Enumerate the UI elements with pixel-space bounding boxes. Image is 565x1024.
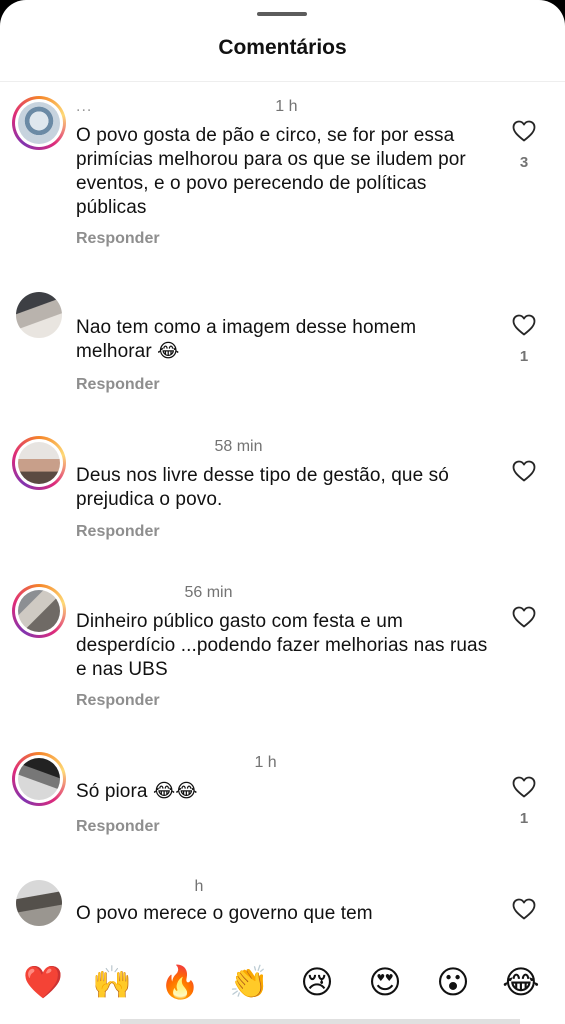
comment-time: 1 h	[275, 98, 298, 115]
like-control	[508, 460, 540, 494]
comment-meta: 1 h	[76, 754, 277, 772]
like-count: 1	[519, 348, 529, 365]
laughing-emoji: 😂😂	[152, 781, 198, 802]
sheet-title: Comentários	[218, 36, 347, 59]
comments-sheet: Comentários ... 1 h O povo gosta de pão …	[0, 0, 565, 1024]
username[interactable]: ...	[76, 98, 92, 115]
raised-hands-emoji-button[interactable]: 🙌	[90, 960, 134, 1004]
like-control: 3	[508, 120, 540, 171]
comment-time: 1 h	[254, 754, 277, 771]
heart-emoji-button[interactable]: ❤️	[21, 960, 65, 1004]
like-control	[508, 606, 540, 640]
reply-button[interactable]: Responder	[76, 692, 160, 710]
heart-outline-icon[interactable]	[512, 898, 536, 920]
comment-text: Dinheiro público gasto com festa e um de…	[76, 611, 488, 680]
clapping-emoji-button[interactable]: 👏	[227, 960, 271, 1004]
avatar[interactable]	[12, 752, 66, 806]
reply-button[interactable]: Responder	[76, 523, 160, 541]
drag-handle[interactable]	[257, 12, 307, 16]
comment-meta: ... 1 h	[76, 98, 298, 116]
reply-button[interactable]: Responder	[76, 818, 160, 836]
heart-outline-icon[interactable]	[512, 120, 536, 142]
heart-eyes-emoji-button[interactable]: 😍	[363, 960, 407, 1004]
avatar[interactable]	[12, 876, 66, 930]
comment-meta: 56 min	[76, 584, 232, 602]
laughing-emoji-button[interactable]: 😂	[499, 960, 543, 1004]
avatar[interactable]	[12, 96, 66, 150]
reply-button[interactable]: Responder	[76, 376, 160, 394]
home-indicator	[120, 1019, 520, 1024]
like-count: 3	[519, 154, 529, 171]
like-control: 1	[508, 776, 540, 827]
avatar[interactable]	[12, 436, 66, 490]
laughing-emoji: 😂	[157, 341, 180, 362]
heart-outline-icon[interactable]	[512, 606, 536, 628]
comment-time: 58 min	[214, 438, 263, 455]
comment-meta	[76, 290, 80, 308]
surprised-emoji-button[interactable]: 😮	[431, 960, 475, 1004]
comment-time: 56 min	[184, 584, 233, 601]
comment-meta: h	[76, 878, 203, 896]
heart-outline-icon[interactable]	[512, 776, 536, 798]
fire-emoji-button[interactable]: 🔥	[158, 960, 202, 1004]
heart-outline-icon[interactable]	[512, 314, 536, 336]
like-count: 1	[519, 810, 529, 827]
comment-text: Só piora 😂😂	[76, 780, 496, 804]
comment-text-body: Nao tem como a imagem desse homem melhor…	[76, 317, 417, 362]
avatar[interactable]	[12, 288, 66, 342]
reply-button[interactable]: Responder	[76, 230, 160, 248]
comment-text-body: Só piora	[76, 781, 148, 802]
heart-outline-icon[interactable]	[512, 460, 536, 482]
crying-emoji-button[interactable]: 😢	[295, 960, 339, 1004]
comment-meta: 58 min	[76, 438, 262, 456]
comment-text: Nao tem como a imagem desse homem melhor…	[76, 316, 496, 364]
header-divider	[0, 81, 565, 82]
avatar[interactable]	[12, 584, 66, 638]
comment-text: Deus nos livre desse tipo de gestão, que…	[76, 465, 449, 510]
like-control: 1	[508, 314, 540, 365]
comment-text: O povo merece o governo que tem	[76, 903, 373, 924]
comment-time: h	[194, 878, 204, 895]
like-control	[508, 898, 540, 920]
quick-reaction-bar: ❤️ 🙌 🔥 👏 😢 😍 😮 😂	[0, 940, 565, 1024]
comment-text: O povo gosta de pão e circo, se for por …	[76, 125, 466, 218]
